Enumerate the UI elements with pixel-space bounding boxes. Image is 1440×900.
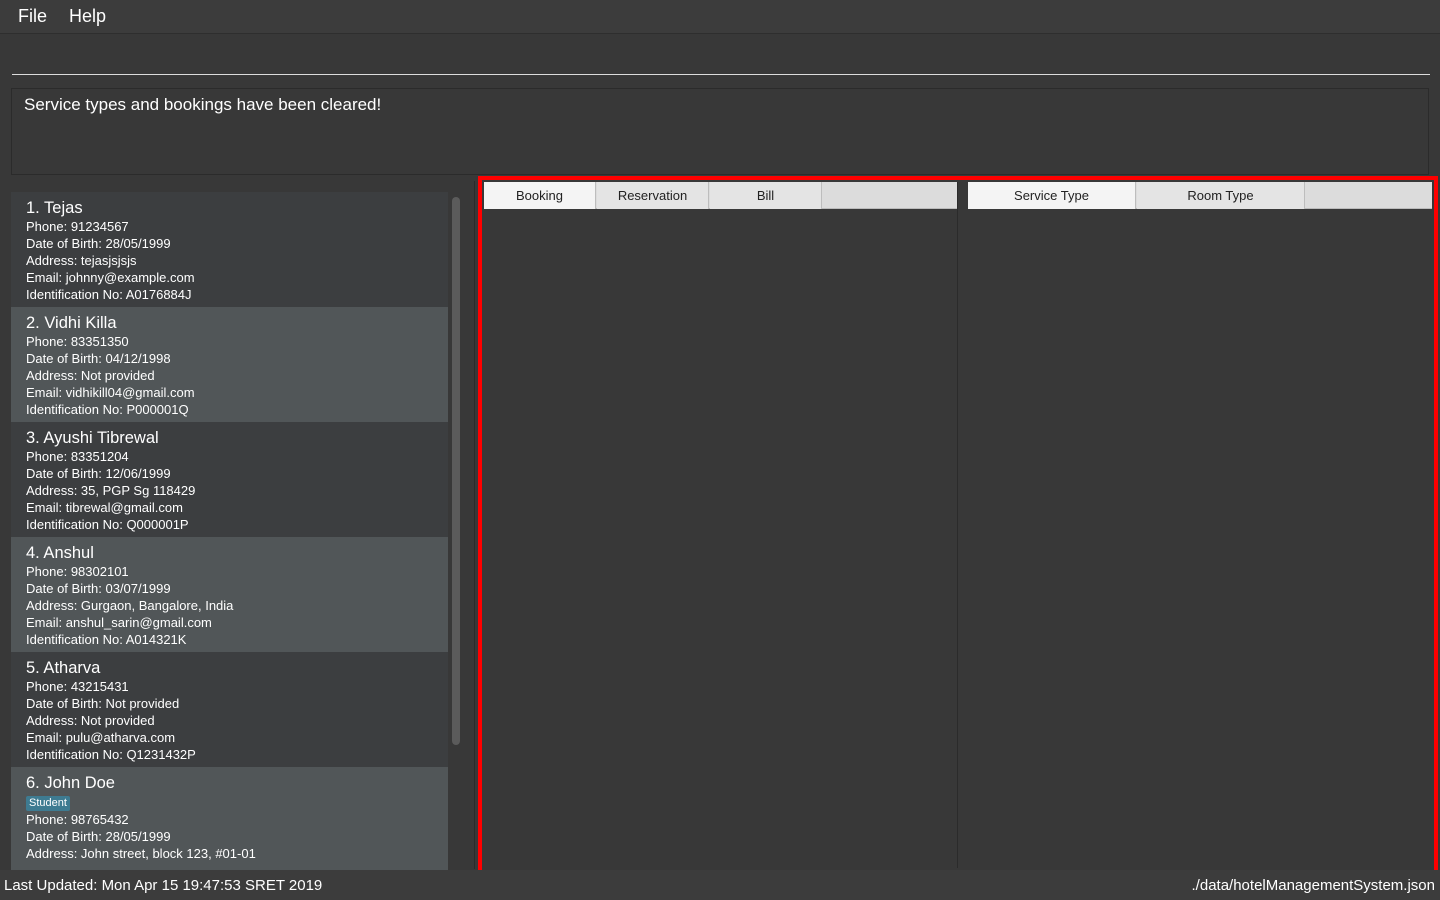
person-field: Date of Birth: 28/05/1999 bbox=[26, 829, 171, 844]
person-card[interactable]: 5. Atharva Phone: 43215431 Date of Birth: … bbox=[11, 652, 448, 767]
person-field: Date of Birth: 04/12/1998 bbox=[26, 351, 171, 366]
person-field: Date of Birth: 03/07/1999 bbox=[26, 581, 171, 596]
person-name: 4. Anshul bbox=[26, 544, 94, 562]
person-field: Address: Not provided bbox=[26, 368, 155, 383]
person-card[interactable]: 3. Ayushi Tibrewal Phone: 83351204 Date of… bbox=[11, 422, 448, 537]
person-name: 1. Tejas bbox=[26, 199, 83, 217]
menu-help[interactable]: Help bbox=[69, 6, 106, 27]
result-display: Service types and bookings have been cle… bbox=[11, 88, 1429, 175]
person-field: Date of Birth: 12/06/1999 bbox=[26, 466, 171, 481]
person-card[interactable]: 4. Anshul Phone: 98302101 Date of Birth: 0… bbox=[11, 537, 448, 652]
last-updated: Last Updated: Mon Apr 15 19:47:53 SRET 2… bbox=[4, 877, 323, 894]
scrollbar[interactable] bbox=[452, 197, 460, 745]
person-field: Date of Birth: 28/05/1999 bbox=[26, 236, 171, 251]
person-field: Address: 35, PGP Sg 118429 bbox=[26, 483, 196, 498]
person-field: Address: John street, block 123, #01-01 bbox=[26, 846, 256, 861]
person-field: Identification No: P000001Q bbox=[26, 402, 189, 417]
person-card[interactable]: 2. Vidhi Killa Phone: 83351350 Date of Bir… bbox=[11, 307, 448, 422]
person-field: Phone: 91234567 bbox=[26, 219, 129, 234]
person-name: 3. Ayushi Tibrewal bbox=[26, 429, 159, 447]
person-field: Identification No: Q1231432P bbox=[26, 747, 196, 762]
person-field: Email: pulu@atharva.com bbox=[26, 730, 176, 745]
person-field: Identification No: A0176884J bbox=[26, 287, 192, 302]
person-field: Address: tejasjsjsjs bbox=[26, 253, 137, 268]
person-field: Address: Gurgaon, Bangalore, India bbox=[26, 598, 234, 613]
person-name: 2. Vidhi Killa bbox=[26, 314, 117, 332]
person-card[interactable]: 6. John Doe Student Phone: 98765432 Date of… bbox=[11, 767, 448, 882]
person-name: 5. Atharva bbox=[26, 659, 101, 677]
menu-file[interactable]: File bbox=[18, 6, 47, 27]
person-tag: Student bbox=[26, 796, 70, 811]
person-field: Email: vidhikill04@gmail.com bbox=[26, 385, 195, 400]
person-card[interactable]: 1. Tejas Phone: 91234567 Date of Birth: 28… bbox=[11, 192, 448, 307]
person-field: Date of Birth: Not provided bbox=[26, 696, 180, 711]
person-field: Phone: 98302101 bbox=[26, 564, 129, 579]
person-field: Phone: 83351204 bbox=[26, 449, 129, 464]
status-bar: Last Updated: Mon Apr 15 19:47:53 SRET 2… bbox=[0, 870, 1440, 900]
person-field: Email: tibrewal@gmail.com bbox=[26, 500, 183, 515]
person-field: Email: anshul_sarin@gmail.com bbox=[26, 615, 212, 630]
file-path: ./data/hotelManagementSystem.json bbox=[1191, 877, 1435, 894]
person-field: Identification No: A014321K bbox=[26, 632, 187, 647]
menu-bar: File Help bbox=[0, 0, 1440, 34]
person-name: 6. John Doe bbox=[26, 774, 115, 792]
person-field: Phone: 83351350 bbox=[26, 334, 129, 349]
person-field: Identification No: Q000001P bbox=[26, 517, 189, 532]
person-field: Address: Not provided bbox=[26, 713, 155, 728]
highlight-box bbox=[478, 176, 1438, 875]
command-input[interactable] bbox=[12, 40, 1430, 75]
person-field: Phone: 98765432 bbox=[26, 812, 129, 827]
person-field: Email: johnny@example.com bbox=[26, 270, 195, 285]
person-field: Phone: 43215431 bbox=[26, 679, 129, 694]
